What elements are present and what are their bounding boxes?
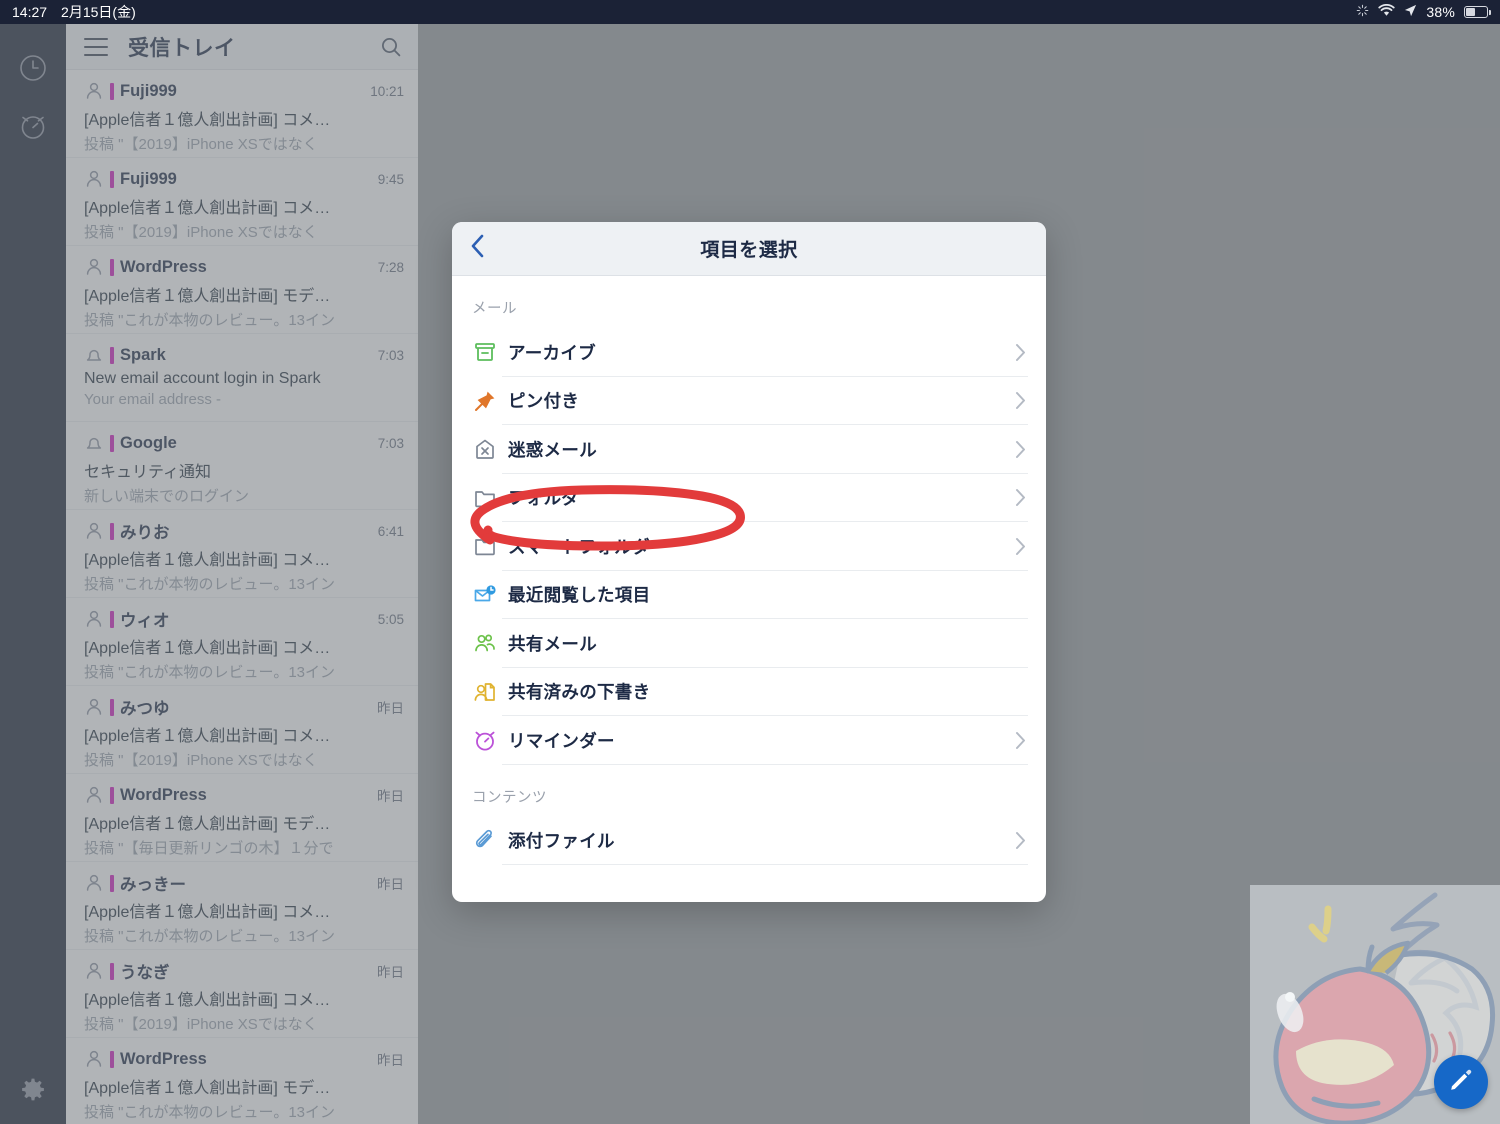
pencil-edit-icon bbox=[1448, 1067, 1474, 1098]
wifi-icon bbox=[1378, 3, 1395, 20]
paperclip-icon bbox=[472, 828, 498, 854]
menu-item-7[interactable]: 共有メール bbox=[452, 619, 1046, 668]
section-label: コンテンツ bbox=[472, 789, 547, 806]
menu-item-1[interactable]: 添付ファイル bbox=[452, 817, 1046, 865]
compose-fab-button[interactable] bbox=[1434, 1055, 1488, 1109]
menu-item-2[interactable]: ピン付き bbox=[452, 377, 1046, 425]
shared-people-icon bbox=[472, 630, 498, 656]
smart-folder-icon bbox=[472, 533, 498, 559]
screen: 14:27 2月15日(金) 38% 項目を選択 メール アーカイブ ピン付き … bbox=[0, 0, 1500, 1124]
dialog-title: 項目を選択 bbox=[700, 240, 798, 261]
folder-icon bbox=[472, 485, 498, 511]
chevron-right-icon bbox=[1015, 343, 1026, 362]
menu-item-label: 迷惑メール bbox=[508, 439, 597, 460]
row-divider bbox=[502, 763, 1028, 765]
menu-item-5[interactable]: スマートフォルダ bbox=[452, 522, 1046, 571]
menu-item-label: アーカイブ bbox=[508, 342, 596, 363]
recent-mail-clock-icon bbox=[472, 582, 498, 608]
battery-icon bbox=[1464, 6, 1491, 18]
status-bar: 14:27 2月15日(金) 38% bbox=[0, 0, 1500, 24]
section-label: メール bbox=[472, 301, 517, 317]
menu-item-label: 最近閲覧した項目 bbox=[508, 585, 651, 606]
chevron-right-icon bbox=[1015, 440, 1026, 459]
menu-item-9[interactable]: リマインダー bbox=[452, 716, 1046, 765]
status-time: 14:27 bbox=[12, 4, 48, 20]
row-divider bbox=[502, 864, 1028, 865]
spam-envelope-x-icon bbox=[472, 436, 498, 462]
menu-item-6[interactable]: 最近閲覧した項目 bbox=[452, 571, 1046, 619]
archive-box-icon bbox=[472, 339, 498, 365]
status-date: 2月15日(金) bbox=[61, 4, 136, 20]
menu-item-label: リマインダー bbox=[508, 730, 615, 751]
select-item-dialog: 項目を選択 メールアーカイブピン付き迷惑メールフォルダスマートフォルダ 最近閲覧し… bbox=[452, 222, 1046, 902]
back-chevron-icon bbox=[470, 233, 486, 264]
alarm-clock-icon bbox=[472, 727, 498, 753]
chevron-right-icon bbox=[1015, 488, 1026, 507]
back-button[interactable] bbox=[470, 222, 510, 275]
pushpin-icon bbox=[472, 388, 498, 414]
chevron-right-icon bbox=[1015, 537, 1026, 556]
menu-item-4[interactable]: フォルダ bbox=[452, 474, 1046, 522]
menu-item-label: 添付ファイル bbox=[508, 831, 615, 852]
dialog-body: メールアーカイブピン付き迷惑メールフォルダスマートフォルダ 最近閲覧した項目 共有メ… bbox=[452, 276, 1046, 865]
location-arrow-icon bbox=[1404, 4, 1417, 20]
bluetooth-activity-icon bbox=[1356, 4, 1369, 20]
menu-item-8[interactable]: 共有済みの下書き bbox=[452, 668, 1046, 716]
chevron-right-icon bbox=[1015, 391, 1026, 410]
menu-item-label: ピン付き bbox=[508, 391, 580, 412]
menu-item-label: 共有メール bbox=[508, 633, 597, 654]
status-bar-right: 38% bbox=[1356, 3, 1500, 20]
menu-item-label: 共有済みの下書き bbox=[508, 682, 651, 703]
chevron-right-icon bbox=[1015, 831, 1026, 850]
battery-percent: 38% bbox=[1426, 4, 1455, 20]
menu-item-label: フォルダ bbox=[508, 488, 580, 509]
menu-item-1[interactable]: アーカイブ bbox=[452, 328, 1046, 377]
chevron-right-icon bbox=[1015, 731, 1026, 750]
shared-draft-icon bbox=[472, 679, 498, 705]
status-bar-left: 14:27 2月15日(金) bbox=[0, 2, 136, 22]
menu-item-label: スマートフォルダ bbox=[508, 536, 650, 557]
menu-item-3[interactable]: 迷惑メール bbox=[452, 425, 1046, 474]
dialog-header: 項目を選択 bbox=[452, 222, 1046, 276]
